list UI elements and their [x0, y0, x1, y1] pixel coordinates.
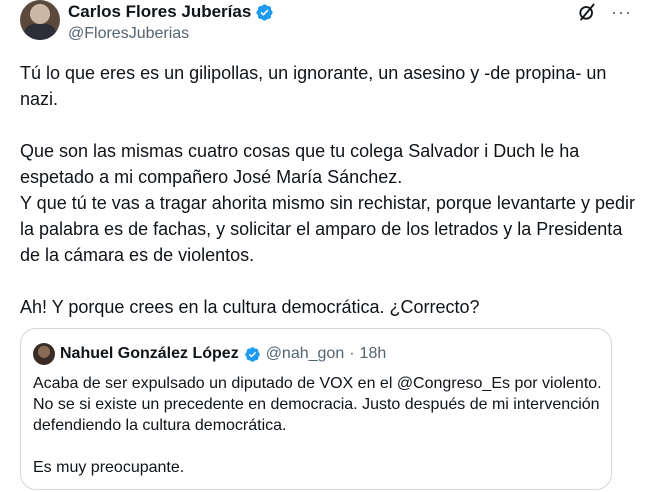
verified-badge-icon: [256, 3, 273, 21]
quoted-paragraph: Es muy preocupante.: [33, 459, 185, 476]
quoted-paragraph: Acaba de ser expulsado un diputado de VO…: [33, 375, 602, 434]
verified-badge-icon: [244, 346, 260, 362]
tweet-header-actions: ···: [577, 2, 632, 22]
quoted-author-name: Nahuel González López: [60, 345, 239, 362]
quoted-tweet-header: Nahuel González López @nah_gon · 18h: [33, 343, 386, 365]
more-options-icon[interactable]: ···: [611, 3, 632, 21]
author-avatar[interactable]: [20, 0, 60, 40]
quoted-author-handle: @nah_gon: [265, 345, 345, 362]
tweet-paragraph: Y que tú te vas a tragar ahorita mismo s…: [20, 193, 635, 265]
tweet: Carlos Flores Juberías @FloresJuberias ·…: [0, 0, 656, 492]
avatar-figure: [24, 24, 56, 40]
tweet-paragraph: Que son las mismas cuatro cosas que tu c…: [20, 141, 580, 187]
quoted-timestamp: 18h: [359, 345, 387, 362]
grok-icon[interactable]: [577, 2, 597, 22]
tweet-text: Tú lo que eres es un gilipollas, un igno…: [20, 60, 640, 320]
author-handle[interactable]: @FloresJuberias: [68, 24, 274, 44]
tweet-paragraph: Tú lo que eres es un gilipollas, un igno…: [20, 63, 607, 109]
tweet-paragraph: Ah! Y porque crees en la cultura democrá…: [20, 297, 480, 317]
tweet-header: Carlos Flores Juberías @FloresJuberias: [68, 2, 274, 44]
author-name-row: Carlos Flores Juberías: [68, 2, 274, 22]
quoted-tweet[interactable]: Nahuel González López @nah_gon · 18h Aca…: [20, 328, 612, 490]
quoted-author-avatar: [33, 343, 55, 365]
author-name[interactable]: Carlos Flores Juberías: [68, 2, 251, 22]
quoted-tweet-text: Acaba de ser expulsado un diputado de VO…: [33, 373, 603, 478]
quoted-separator: ·: [349, 345, 355, 362]
